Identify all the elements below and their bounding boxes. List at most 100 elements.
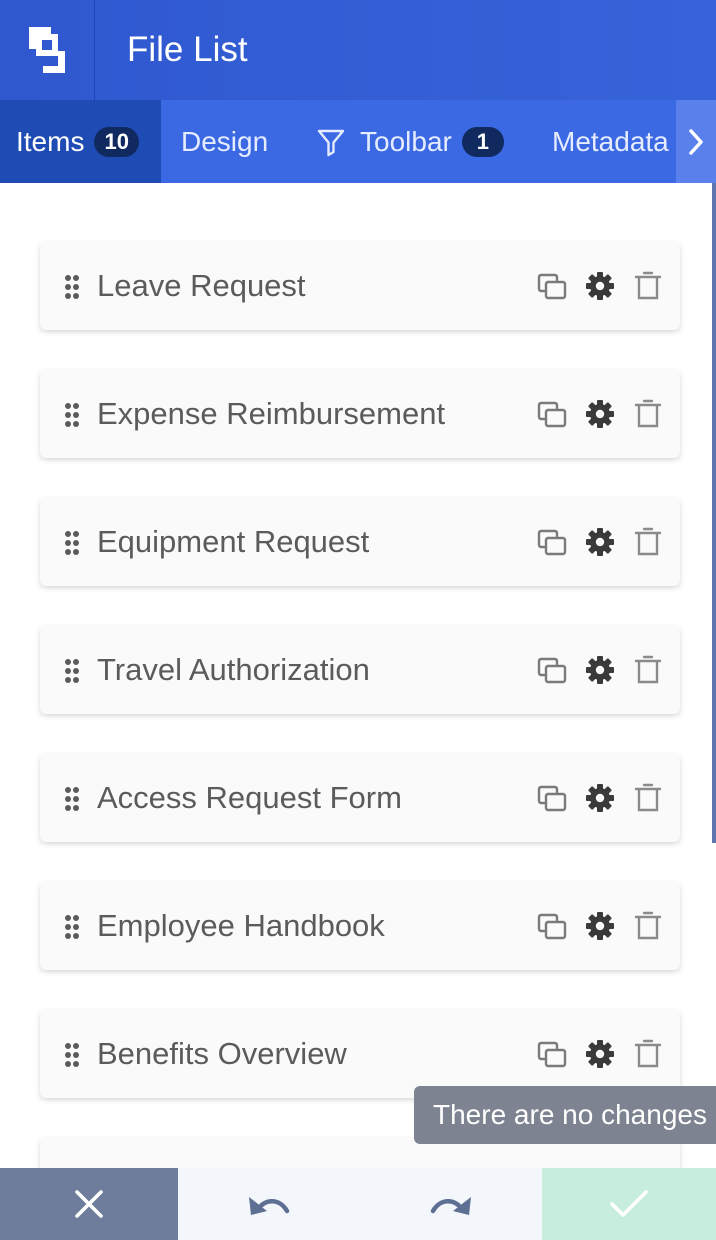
duplicate-button[interactable] xyxy=(537,1039,567,1069)
gear-icon xyxy=(586,656,614,684)
duplicate-button[interactable] xyxy=(537,911,567,941)
settings-button[interactable] xyxy=(585,527,615,557)
tab-items-count-badge: 10 xyxy=(94,126,139,157)
filter-icon xyxy=(317,129,345,156)
drag-handle-icon xyxy=(65,403,79,427)
chevron-right-icon xyxy=(689,128,703,155)
redo-icon xyxy=(430,1197,471,1215)
list-item[interactable]: Expense Reimbursement xyxy=(40,370,680,458)
tab-metadata[interactable]: Metadata xyxy=(552,100,669,183)
trash-icon xyxy=(634,655,662,684)
delete-button[interactable] xyxy=(633,271,663,301)
duplicate-button[interactable] xyxy=(537,655,567,685)
list-item-label: Equipment Request xyxy=(97,524,370,559)
gear-icon xyxy=(586,912,614,940)
list-item[interactable]: Travel Authorization xyxy=(40,626,680,714)
duplicate-button[interactable] xyxy=(537,527,567,557)
duplicate-icon xyxy=(537,1041,567,1068)
settings-button[interactable] xyxy=(585,783,615,813)
duplicate-button[interactable] xyxy=(537,783,567,813)
trash-icon xyxy=(634,1039,662,1068)
drag-handle[interactable] xyxy=(64,786,80,812)
drag-handle[interactable] xyxy=(64,914,80,940)
cancel-button[interactable] xyxy=(0,1168,178,1240)
undo-button[interactable] xyxy=(178,1168,360,1240)
delete-button[interactable] xyxy=(633,527,663,557)
gear-icon xyxy=(586,400,614,428)
drag-handle-icon xyxy=(65,787,79,811)
list-item-label: Benefits Overview xyxy=(97,1036,347,1071)
delete-button[interactable] xyxy=(633,783,663,813)
tab-items[interactable]: Items 10 xyxy=(16,100,139,183)
save-button[interactable] xyxy=(542,1168,716,1240)
drag-handle[interactable] xyxy=(64,530,80,556)
check-icon xyxy=(610,1190,648,1217)
tab-toolbar[interactable]: Toolbar 1 xyxy=(316,100,504,183)
gear-icon xyxy=(586,272,614,300)
drag-handle-icon xyxy=(65,659,79,683)
settings-button[interactable] xyxy=(585,271,615,301)
settings-button[interactable] xyxy=(585,655,615,685)
list-item[interactable]: Benefits Overview xyxy=(40,1010,680,1098)
delete-button[interactable] xyxy=(633,911,663,941)
list-item[interactable]: Employee Handbook xyxy=(40,882,680,970)
settings-button[interactable] xyxy=(585,1039,615,1069)
close-icon xyxy=(75,1190,103,1218)
brand-logo-icon xyxy=(29,27,65,73)
duplicate-icon xyxy=(537,657,567,684)
duplicate-button[interactable] xyxy=(537,271,567,301)
trash-icon xyxy=(634,783,662,812)
settings-button[interactable] xyxy=(585,911,615,941)
trash-icon xyxy=(634,911,662,940)
duplicate-icon xyxy=(537,913,567,940)
duplicate-icon xyxy=(537,273,567,300)
settings-button[interactable] xyxy=(585,399,615,429)
list-item[interactable]: Leave Request xyxy=(40,242,680,330)
drag-handle[interactable] xyxy=(64,402,80,428)
tab-design[interactable]: Design xyxy=(181,100,268,183)
gear-icon xyxy=(586,784,614,812)
list-item-label: Travel Authorization xyxy=(97,652,370,687)
page-title: File List xyxy=(127,30,248,69)
list-item-label: Access Request Form xyxy=(97,780,402,815)
tab-metadata-label: Metadata xyxy=(552,125,669,157)
list-scrollbar[interactable] xyxy=(712,183,716,843)
trash-icon xyxy=(634,271,662,300)
items-list: Leave Request Expense Reimbursement Equipm… xyxy=(0,183,716,1168)
list-item-label: Expense Reimbursement xyxy=(97,396,446,431)
list-item-label: Employee Handbook xyxy=(97,908,385,943)
duplicate-button[interactable] xyxy=(537,399,567,429)
drag-handle[interactable] xyxy=(64,274,80,300)
gear-icon xyxy=(586,1040,614,1068)
app-header: File List xyxy=(0,0,716,100)
tab-toolbar-label: Toolbar xyxy=(360,125,452,157)
tab-design-label: Design xyxy=(181,125,269,157)
tab-items-label: Items xyxy=(16,125,85,157)
tab-bar: Items 10 Design Toolbar 1 Metadata xyxy=(0,100,716,183)
action-footer xyxy=(0,1168,716,1240)
tab-toolbar-count-badge: 1 xyxy=(461,126,504,157)
duplicate-icon xyxy=(537,401,567,428)
gear-icon xyxy=(586,528,614,556)
undo-icon xyxy=(249,1197,290,1215)
duplicate-icon xyxy=(537,529,567,556)
drag-handle-icon xyxy=(65,531,79,555)
list-item[interactable]: Equipment Request xyxy=(40,498,680,586)
trash-icon xyxy=(634,399,662,428)
duplicate-icon xyxy=(537,785,567,812)
drag-handle-icon xyxy=(65,1043,79,1067)
drag-handle[interactable] xyxy=(64,1042,80,1068)
logo-cell[interactable] xyxy=(0,0,95,100)
list-item[interactable]: Access Request Form xyxy=(40,754,680,842)
delete-button[interactable] xyxy=(633,399,663,429)
delete-button[interactable] xyxy=(633,655,663,685)
no-changes-tooltip: There are no changes xyxy=(414,1086,716,1144)
trash-icon xyxy=(634,527,662,556)
drag-handle-icon xyxy=(65,915,79,939)
redo-button[interactable] xyxy=(360,1168,542,1240)
tab-scroll-right-button[interactable] xyxy=(676,100,716,183)
delete-button[interactable] xyxy=(633,1039,663,1069)
drag-handle-icon xyxy=(65,275,79,299)
list-item-label: Leave Request xyxy=(97,268,306,303)
drag-handle[interactable] xyxy=(64,658,80,684)
